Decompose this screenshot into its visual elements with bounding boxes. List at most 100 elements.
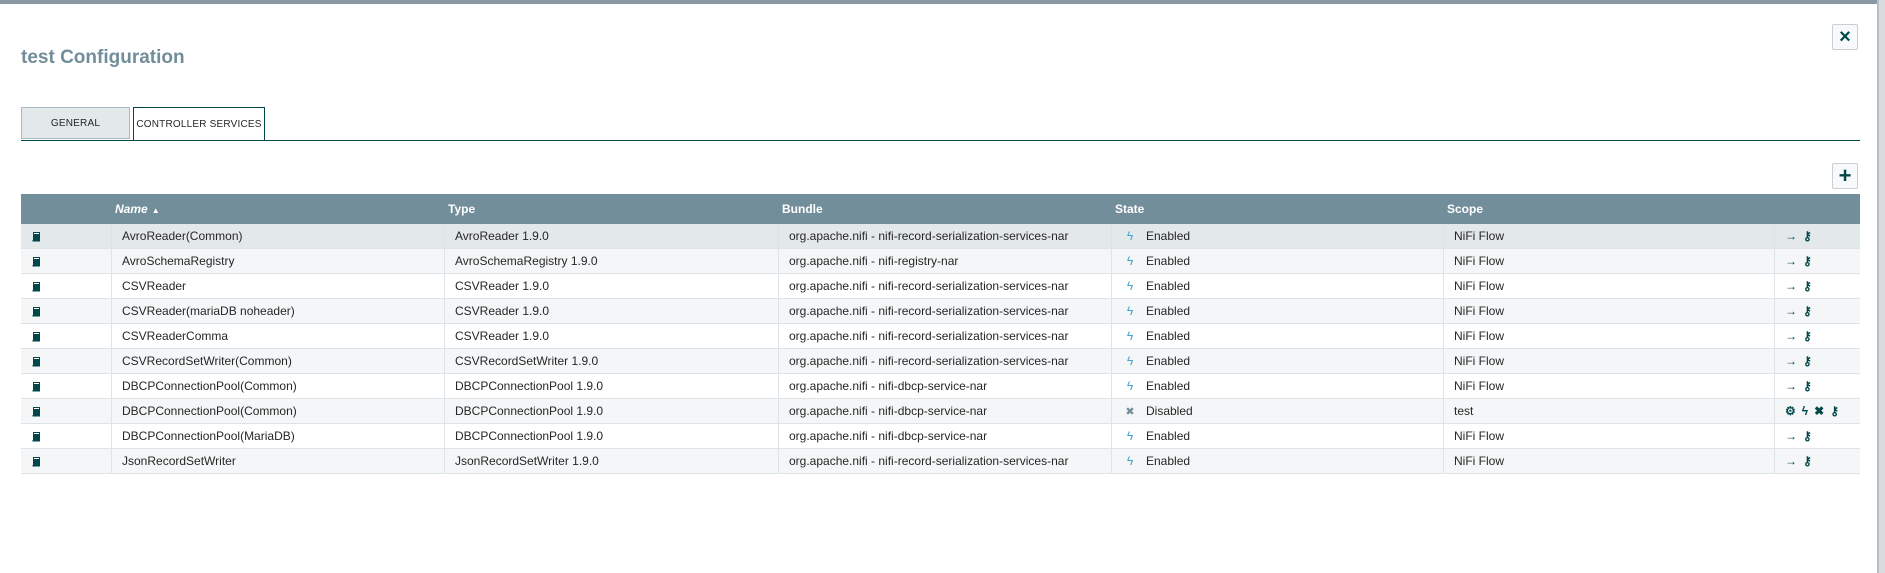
state-label: Enabled bbox=[1146, 454, 1191, 468]
window-scrollbar[interactable] bbox=[1877, 0, 1885, 573]
table-row[interactable]: DBCPConnectionPool(MariaDB) DBCPConnecti… bbox=[21, 424, 1860, 449]
key-icon[interactable]: ⚷ bbox=[1803, 424, 1812, 448]
column-header-bundle[interactable]: Bundle bbox=[782, 194, 823, 224]
enabled-bolt-icon: ϟ bbox=[1126, 454, 1134, 468]
arrow-right-icon[interactable]: → bbox=[1785, 449, 1797, 473]
gear-icon[interactable]: ⚙ bbox=[1785, 399, 1796, 423]
service-scope: NiFi Flow bbox=[1444, 449, 1775, 473]
service-bundle: org.apache.nifi - nifi-record-serializat… bbox=[779, 274, 1112, 298]
bolt-icon[interactable]: ϟ bbox=[1802, 399, 1808, 423]
add-controller-service-button[interactable]: + bbox=[1832, 163, 1858, 189]
service-type: DBCPConnectionPool 1.9.0 bbox=[445, 399, 779, 423]
controller-services-table: Name ▲ Type Bundle State Scope AvroReader… bbox=[21, 194, 1860, 474]
service-type: JsonRecordSetWriter 1.9.0 bbox=[445, 449, 779, 473]
book-icon[interactable] bbox=[31, 356, 42, 367]
table-row[interactable]: AvroReader(Common) AvroReader 1.9.0 org.… bbox=[21, 224, 1860, 249]
close-button[interactable]: × bbox=[1832, 24, 1858, 50]
column-header-name[interactable]: Name ▲ bbox=[115, 194, 160, 224]
arrow-right-icon[interactable]: → bbox=[1785, 324, 1797, 348]
table-row[interactable]: CSVReader(mariaDB noheader) CSVReader 1.… bbox=[21, 299, 1860, 324]
service-icon-cell bbox=[21, 449, 112, 473]
table-row[interactable]: CSVRecordSetWriter(Common) CSVRecordSetW… bbox=[21, 349, 1860, 374]
service-type: AvroReader 1.9.0 bbox=[445, 224, 779, 248]
enabled-bolt-icon: ϟ bbox=[1126, 254, 1134, 268]
row-actions: ⚙ ϟ ✖ ⚷ bbox=[1775, 399, 1860, 423]
column-header-scope[interactable]: Scope bbox=[1447, 194, 1483, 224]
state-label: Enabled bbox=[1146, 229, 1191, 243]
book-icon[interactable] bbox=[31, 306, 42, 317]
service-icon-cell bbox=[21, 374, 112, 398]
state-label: Enabled bbox=[1146, 279, 1191, 293]
table-row[interactable]: AvroSchemaRegistry AvroSchemaRegistry 1.… bbox=[21, 249, 1860, 274]
row-actions: → ⚷ bbox=[1775, 299, 1860, 323]
arrow-right-icon[interactable]: → bbox=[1785, 349, 1797, 373]
service-type: CSVReader 1.9.0 bbox=[445, 299, 779, 323]
service-bundle: org.apache.nifi - nifi-record-serializat… bbox=[779, 224, 1112, 248]
service-scope: NiFi Flow bbox=[1444, 349, 1775, 373]
arrow-right-icon[interactable]: → bbox=[1785, 274, 1797, 298]
table-row[interactable]: CSVReader CSVReader 1.9.0 org.apache.nif… bbox=[21, 274, 1860, 299]
service-icon-cell bbox=[21, 324, 112, 348]
book-icon[interactable] bbox=[31, 331, 42, 342]
trash-icon[interactable]: ✖ bbox=[1814, 399, 1824, 423]
key-icon[interactable]: ⚷ bbox=[1803, 299, 1812, 323]
service-type: AvroSchemaRegistry 1.9.0 bbox=[445, 249, 779, 273]
arrow-right-icon[interactable]: → bbox=[1785, 224, 1797, 248]
service-icon-cell bbox=[21, 424, 112, 448]
state-label: Enabled bbox=[1146, 329, 1191, 343]
key-icon[interactable]: ⚷ bbox=[1803, 324, 1812, 348]
service-name: AvroReader(Common) bbox=[112, 224, 445, 248]
enabled-bolt-icon: ϟ bbox=[1126, 379, 1134, 393]
dialog-title: test Configuration bbox=[21, 47, 185, 68]
service-icon-cell bbox=[21, 224, 112, 248]
key-icon[interactable]: ⚷ bbox=[1803, 224, 1812, 248]
table-row[interactable]: DBCPConnectionPool(Common) DBCPConnectio… bbox=[21, 374, 1860, 399]
table-row[interactable]: CSVReaderComma CSVReader 1.9.0 org.apach… bbox=[21, 324, 1860, 349]
service-state: ✖ Disabled bbox=[1112, 399, 1444, 423]
service-bundle: org.apache.nifi - nifi-record-serializat… bbox=[779, 349, 1112, 373]
service-state: ϟ Enabled bbox=[1112, 249, 1444, 273]
service-bundle: org.apache.nifi - nifi-registry-nar bbox=[779, 249, 1112, 273]
row-actions: → ⚷ bbox=[1775, 224, 1860, 248]
service-bundle: org.apache.nifi - nifi-record-serializat… bbox=[779, 299, 1112, 323]
key-icon[interactable]: ⚷ bbox=[1803, 274, 1812, 298]
table-body: AvroReader(Common) AvroReader 1.9.0 org.… bbox=[21, 224, 1860, 474]
enabled-bolt-icon: ϟ bbox=[1126, 354, 1134, 368]
key-icon[interactable]: ⚷ bbox=[1803, 349, 1812, 373]
enabled-bolt-icon: ϟ bbox=[1126, 229, 1134, 243]
column-header-type[interactable]: Type bbox=[448, 194, 475, 224]
book-icon[interactable] bbox=[31, 256, 42, 267]
key-icon[interactable]: ⚷ bbox=[1803, 449, 1812, 473]
service-state: ϟ Enabled bbox=[1112, 349, 1444, 373]
column-header-state[interactable]: State bbox=[1115, 194, 1144, 224]
state-label: Enabled bbox=[1146, 429, 1191, 443]
service-name: DBCPConnectionPool(MariaDB) bbox=[112, 424, 445, 448]
key-icon[interactable]: ⚷ bbox=[1803, 249, 1812, 273]
service-name: DBCPConnectionPool(Common) bbox=[112, 374, 445, 398]
key-icon[interactable]: ⚷ bbox=[1830, 399, 1839, 423]
service-state: ϟ Enabled bbox=[1112, 424, 1444, 448]
tab-general[interactable]: GENERAL bbox=[21, 107, 130, 139]
key-icon[interactable]: ⚷ bbox=[1803, 374, 1812, 398]
book-icon[interactable] bbox=[31, 406, 42, 417]
arrow-right-icon[interactable]: → bbox=[1785, 374, 1797, 398]
table-row[interactable]: DBCPConnectionPool(Common) DBCPConnectio… bbox=[21, 399, 1860, 424]
service-name: AvroSchemaRegistry bbox=[112, 249, 445, 273]
row-actions: → ⚷ bbox=[1775, 449, 1860, 473]
service-state: ϟ Enabled bbox=[1112, 374, 1444, 398]
book-icon[interactable] bbox=[31, 381, 42, 392]
row-actions: → ⚷ bbox=[1775, 249, 1860, 273]
close-icon: × bbox=[1839, 25, 1851, 48]
tab-controller-services[interactable]: CONTROLLER SERVICES bbox=[133, 107, 265, 141]
arrow-right-icon[interactable]: → bbox=[1785, 299, 1797, 323]
arrow-right-icon[interactable]: → bbox=[1785, 249, 1797, 273]
book-icon[interactable] bbox=[31, 456, 42, 467]
table-row[interactable]: JsonRecordSetWriter JsonRecordSetWriter … bbox=[21, 449, 1860, 474]
book-icon[interactable] bbox=[31, 431, 42, 442]
arrow-right-icon[interactable]: → bbox=[1785, 424, 1797, 448]
book-icon[interactable] bbox=[31, 231, 42, 242]
service-icon-cell bbox=[21, 399, 112, 423]
service-bundle: org.apache.nifi - nifi-record-serializat… bbox=[779, 324, 1112, 348]
book-icon[interactable] bbox=[31, 281, 42, 292]
service-name: CSVReader bbox=[112, 274, 445, 298]
